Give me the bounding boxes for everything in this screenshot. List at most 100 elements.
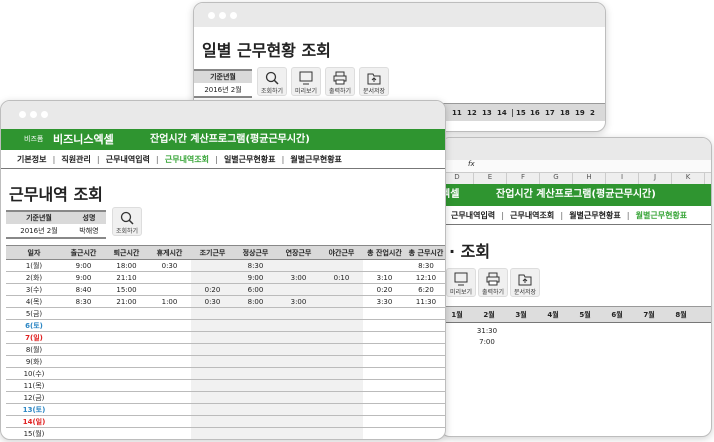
time-cell[interactable] xyxy=(105,319,148,332)
time-cell[interactable]: 0:30 xyxy=(148,259,191,272)
column-letter[interactable]: K xyxy=(672,173,705,184)
time-cell[interactable] xyxy=(62,403,105,416)
time-cell[interactable] xyxy=(406,319,445,332)
time-cell[interactable]: 8:30 xyxy=(234,259,277,272)
time-cell[interactable] xyxy=(363,403,406,416)
save-button[interactable]: 문서저장 xyxy=(510,268,540,297)
nav-item[interactable]: 월별근무현황표 xyxy=(563,210,627,221)
nav-item[interactable]: 직원관리 xyxy=(55,154,96,165)
time-cell[interactable]: 0:10 xyxy=(320,271,363,284)
time-cell[interactable] xyxy=(406,379,445,392)
time-cell[interactable] xyxy=(234,319,277,332)
time-cell[interactable]: 8:30 xyxy=(62,295,105,308)
time-cell[interactable] xyxy=(277,331,320,344)
time-cell[interactable] xyxy=(62,415,105,428)
time-cell[interactable] xyxy=(320,295,363,308)
time-cell[interactable] xyxy=(234,367,277,380)
time-cell[interactable] xyxy=(105,427,148,439)
time-cell[interactable]: 9:00 xyxy=(62,259,105,272)
time-cell[interactable] xyxy=(105,415,148,428)
window-controls[interactable] xyxy=(208,12,237,19)
time-cell[interactable]: 21:00 xyxy=(105,295,148,308)
column-letter[interactable]: E xyxy=(474,173,507,184)
time-cell[interactable]: 11:30 xyxy=(406,295,445,308)
time-cell[interactable] xyxy=(62,331,105,344)
time-cell[interactable] xyxy=(363,319,406,332)
nav-item[interactable]: 월별근무현황표 xyxy=(284,154,348,165)
time-cell[interactable] xyxy=(148,271,191,284)
time-cell[interactable]: 6:00 xyxy=(234,283,277,296)
time-cell[interactable] xyxy=(191,259,234,272)
time-cell[interactable] xyxy=(105,403,148,416)
time-cell[interactable]: 8:30 xyxy=(406,259,445,272)
time-cell[interactable] xyxy=(191,403,234,416)
time-cell[interactable] xyxy=(62,379,105,392)
time-cell[interactable] xyxy=(234,307,277,320)
time-cell[interactable] xyxy=(406,355,445,368)
time-cell[interactable] xyxy=(191,367,234,380)
time-cell[interactable] xyxy=(105,307,148,320)
nav-item[interactable]: 월별근무현황표 xyxy=(630,210,694,221)
column-letter[interactable]: I xyxy=(606,173,639,184)
time-cell[interactable] xyxy=(62,355,105,368)
time-cell[interactable] xyxy=(148,415,191,428)
time-cell[interactable] xyxy=(320,355,363,368)
time-cell[interactable] xyxy=(191,271,234,284)
save-button[interactable]: 문서저장 xyxy=(359,67,389,96)
time-cell[interactable]: 8:40 xyxy=(62,283,105,296)
column-letter[interactable]: J xyxy=(639,173,672,184)
time-cell[interactable] xyxy=(148,331,191,344)
time-cell[interactable] xyxy=(234,379,277,392)
param-value[interactable]: 2016년 2월 xyxy=(194,83,252,98)
time-cell[interactable] xyxy=(363,307,406,320)
time-cell[interactable] xyxy=(363,343,406,356)
time-cell[interactable] xyxy=(105,367,148,380)
print-button[interactable]: 출력하기 xyxy=(478,268,508,297)
time-cell[interactable]: 0:20 xyxy=(191,283,234,296)
column-letter[interactable]: G xyxy=(540,173,573,184)
time-cell[interactable] xyxy=(191,331,234,344)
time-cell[interactable] xyxy=(105,343,148,356)
time-cell[interactable] xyxy=(105,391,148,404)
preview-button[interactable]: 미리보기 xyxy=(446,268,476,297)
formula-bar[interactable]: fx xyxy=(441,160,711,173)
time-cell[interactable] xyxy=(277,259,320,272)
time-cell[interactable] xyxy=(191,379,234,392)
time-cell[interactable] xyxy=(320,427,363,439)
column-letter[interactable]: H xyxy=(573,173,606,184)
print-button[interactable]: 출력하기 xyxy=(325,67,355,96)
time-cell[interactable] xyxy=(191,355,234,368)
time-cell[interactable] xyxy=(62,319,105,332)
search-button[interactable]: 조회하기 xyxy=(257,67,287,96)
time-cell[interactable] xyxy=(363,355,406,368)
time-cell[interactable]: 9:00 xyxy=(234,271,277,284)
time-cell[interactable] xyxy=(191,319,234,332)
time-cell[interactable] xyxy=(277,379,320,392)
time-cell[interactable] xyxy=(320,283,363,296)
time-cell[interactable] xyxy=(191,427,234,439)
time-cell[interactable] xyxy=(234,403,277,416)
time-cell[interactable] xyxy=(363,367,406,380)
nav-item[interactable]: 일별근무현황표 xyxy=(218,154,282,165)
nav-item[interactable]: 근무내역조회 xyxy=(504,210,560,221)
time-cell[interactable] xyxy=(277,355,320,368)
time-cell[interactable] xyxy=(320,379,363,392)
time-cell[interactable] xyxy=(320,307,363,320)
time-cell[interactable] xyxy=(320,343,363,356)
time-cell[interactable]: 3:10 xyxy=(363,271,406,284)
time-cell[interactable]: 15:00 xyxy=(105,283,148,296)
time-cell[interactable] xyxy=(148,343,191,356)
time-cell[interactable] xyxy=(320,391,363,404)
time-cell[interactable] xyxy=(148,367,191,380)
time-cell[interactable]: 21:10 xyxy=(105,271,148,284)
nav-item[interactable]: 기본정보 xyxy=(11,154,52,165)
time-cell[interactable]: 3:30 xyxy=(363,295,406,308)
time-cell[interactable]: 12:10 xyxy=(406,271,445,284)
time-cell[interactable] xyxy=(363,331,406,344)
nav-item[interactable]: 근무내역입력 xyxy=(100,154,156,165)
time-cell[interactable] xyxy=(234,427,277,439)
time-cell[interactable] xyxy=(148,379,191,392)
time-cell[interactable] xyxy=(148,403,191,416)
time-cell[interactable] xyxy=(406,343,445,356)
nav-item[interactable]: 근무내역입력 xyxy=(445,210,501,221)
